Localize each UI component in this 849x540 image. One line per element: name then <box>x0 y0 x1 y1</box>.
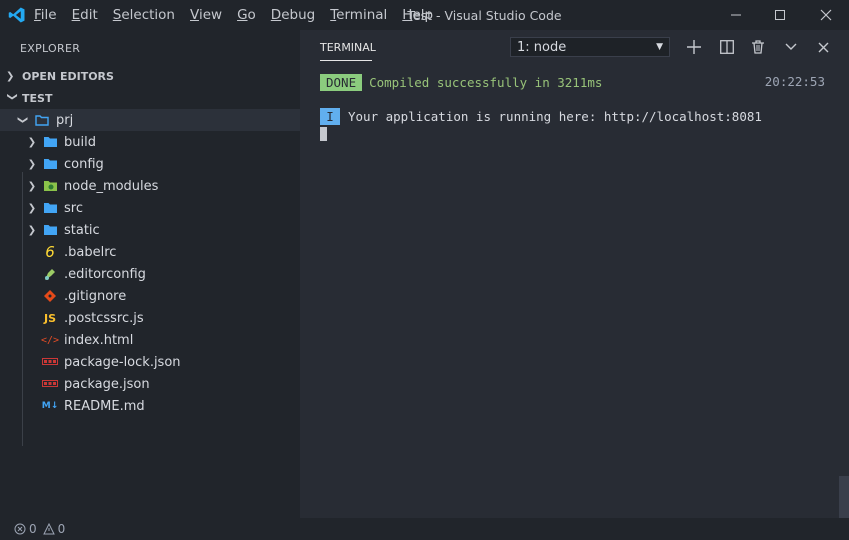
tree-label: node_modules <box>64 178 159 194</box>
tree-file-package-lock[interactable]: package-lock.json <box>0 351 300 373</box>
done-badge: DONE <box>320 73 363 91</box>
tree-folder-static[interactable]: ❯ static <box>0 219 300 241</box>
minimize-button[interactable] <box>714 0 758 30</box>
editorconfig-icon <box>42 263 58 285</box>
tree-label: .postcssrc.js <box>64 310 144 326</box>
tree-label: README.md <box>64 398 145 414</box>
split-icon <box>720 40 734 54</box>
tree-folder-prj[interactable]: ❯ prj <box>0 109 300 131</box>
chevron-right-icon: ❯ <box>27 224 37 236</box>
tree-file-editorconfig[interactable]: .editorconfig <box>0 263 300 285</box>
tree-folder-build[interactable]: ❯ build <box>0 131 300 153</box>
new-terminal-button[interactable] <box>684 37 704 57</box>
tree-file-readme[interactable]: M↓ README.md <box>0 395 300 417</box>
kill-terminal-button[interactable] <box>748 37 768 57</box>
tree-file-package-json[interactable]: package.json <box>0 373 300 395</box>
terminal-panel: TERMINAL 1: node ▼ DONE Compiled success… <box>300 30 849 518</box>
status-bar: 0 0 <box>0 518 849 540</box>
warning-count: 0 <box>57 522 66 536</box>
tree-folder-node-modules[interactable]: ❯ node_modules <box>0 175 300 197</box>
compiled-text: Compiled successfully in 3211ms <box>369 74 603 90</box>
close-button[interactable] <box>804 0 848 30</box>
maximize-icon <box>775 10 785 20</box>
tree-label: package.json <box>64 376 150 392</box>
chevron-right-icon: ❯ <box>6 70 15 82</box>
chevron-down-icon: ❯ <box>6 92 18 101</box>
maximize-panel-button[interactable] <box>781 37 801 57</box>
title-bar: File Edit Selection View Go Debug Termin… <box>0 0 849 30</box>
workspace-section[interactable]: ❯ TEST <box>0 87 300 109</box>
close-icon <box>818 42 828 52</box>
html-icon: </> <box>40 334 60 346</box>
terminal-line-running: I Your application is running here: http… <box>320 107 762 125</box>
markdown-icon: M↓ <box>41 401 59 411</box>
dropdown-caret-icon: ▼ <box>656 42 663 52</box>
tree-label: .babelrc <box>64 244 117 260</box>
terminal-select-value: 1: node <box>517 39 567 55</box>
tree-file-babelrc[interactable]: 6 .babelrc <box>0 241 300 263</box>
maximize-button[interactable] <box>758 0 802 30</box>
open-editors-section[interactable]: ❯ OPEN EDITORS <box>0 65 300 87</box>
explorer-sidebar: EXPLORER ❯ OPEN EDITORS ❯ TEST ❯ prj ❯ b… <box>0 30 300 518</box>
warning-icon <box>42 523 55 535</box>
workspace-label: TEST <box>22 91 53 105</box>
terminal-scrollbar[interactable] <box>839 476 849 518</box>
close-icon <box>820 9 832 21</box>
terminal-cursor <box>320 127 327 141</box>
git-icon <box>42 285 58 307</box>
tree-file-index-html[interactable]: </> index.html <box>0 329 300 351</box>
tree-file-postcssrc[interactable]: JS .postcssrc.js <box>0 307 300 329</box>
npm-icon <box>42 351 58 373</box>
open-editors-label: OPEN EDITORS <box>22 69 114 83</box>
tree-folder-config[interactable]: ❯ config <box>0 153 300 175</box>
problems-indicator[interactable]: 0 0 <box>14 522 65 536</box>
running-text[interactable]: Your application is running here: http:/… <box>348 109 762 124</box>
trash-icon <box>752 40 764 54</box>
plus-icon <box>687 40 701 54</box>
tree-label: .gitignore <box>64 288 127 304</box>
terminal-line-compiled: DONE Compiled successfully in 3211ms <box>320 73 602 91</box>
chevron-down-icon <box>785 43 797 50</box>
minimize-icon <box>731 14 741 16</box>
tree-label: config <box>64 156 104 172</box>
error-icon <box>14 523 26 535</box>
tree-label: prj <box>56 112 74 128</box>
npm-icon <box>42 373 58 395</box>
tab-terminal[interactable]: TERMINAL <box>320 41 376 54</box>
folder-icon <box>42 153 58 175</box>
folder-open-icon <box>34 109 50 131</box>
chevron-right-icon: ❯ <box>27 136 37 148</box>
tree-label: build <box>64 134 96 150</box>
chevron-right-icon: ❯ <box>27 202 37 214</box>
folder-icon <box>42 131 58 153</box>
folder-icon <box>42 197 58 219</box>
tab-active-indicator <box>320 60 372 61</box>
tree-folder-src[interactable]: ❯ src <box>0 197 300 219</box>
chevron-down-icon: ❯ <box>17 115 29 125</box>
info-badge: I <box>320 107 340 125</box>
terminal-select[interactable]: 1: node ▼ <box>510 37 670 57</box>
error-count: 0 <box>29 522 37 536</box>
tree-label: static <box>64 222 100 238</box>
tree-label: src <box>64 200 83 216</box>
close-panel-button[interactable] <box>813 37 833 57</box>
chevron-right-icon: ❯ <box>27 180 37 192</box>
explorer-title: EXPLORER <box>20 42 81 55</box>
folder-node-icon <box>42 175 58 197</box>
terminal-timestamp: 20:22:53 <box>764 74 825 89</box>
javascript-icon: JS <box>43 311 56 325</box>
tree-label: package-lock.json <box>64 354 181 370</box>
split-terminal-button[interactable] <box>717 37 737 57</box>
babel-icon: 6 <box>45 243 55 261</box>
folder-icon <box>42 219 58 241</box>
tree-file-gitignore[interactable]: .gitignore <box>0 285 300 307</box>
tree-label: .editorconfig <box>64 266 146 282</box>
tree-label: index.html <box>64 332 134 348</box>
chevron-right-icon: ❯ <box>27 158 37 170</box>
